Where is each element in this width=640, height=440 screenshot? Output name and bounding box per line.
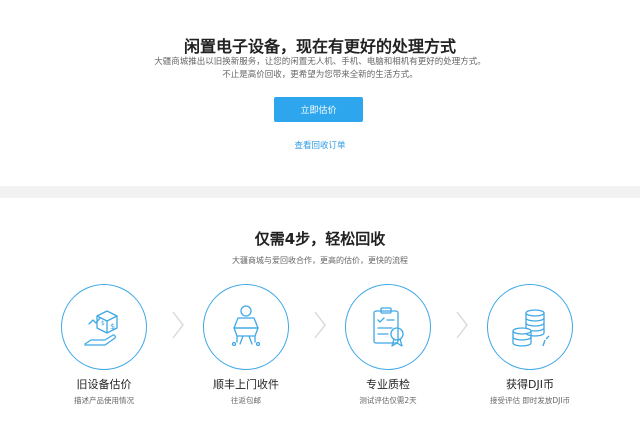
quality-inspection-icon — [373, 307, 404, 347]
courier-pickup-icon — [231, 305, 261, 347]
step-circle — [345, 284, 431, 370]
chevron-right-icon — [314, 311, 326, 339]
svg-text:$: $ — [101, 320, 105, 327]
step-description: 往返包邮 — [231, 396, 261, 405]
step-circle: $ $ — [61, 284, 147, 370]
svg-text:$: $ — [110, 322, 115, 331]
step-title: 获得DJI币 — [506, 378, 554, 391]
hero-card: 闲置电子设备，现在有更好的处理方式 大疆商城推出以旧换新服务，让您的闲置无人机、… — [0, 0, 640, 186]
steps-subtitle: 大疆商城与爱回收合作，更高的估价，更快的流程 — [232, 256, 408, 265]
device-valuation-icon: $ $ — [84, 310, 118, 346]
step-title: 专业质检 — [366, 378, 410, 391]
hero-description-line-1: 大疆商城推出以旧换新服务，让您的闲置无人机、手机、电脑和相机有更好的处理方式。 — [154, 57, 486, 67]
hero-description: 大疆商城推出以旧换新服务，让您的闲置无人机、手机、电脑和相机有更好的处理方式。 … — [0, 56, 640, 82]
estimate-now-button[interactable]: 立即估价 — [274, 97, 363, 122]
step-circle — [487, 284, 573, 370]
step-courier-pickup — [200, 284, 292, 370]
view-recycle-orders-link[interactable]: 查看回收订单 — [0, 139, 640, 151]
step-dji-coins — [484, 284, 576, 370]
step-description: 测试评估仅需2天 — [359, 396, 417, 405]
step-circle — [203, 284, 289, 370]
dji-coins-icon — [512, 309, 550, 347]
step-title: 旧设备估价 — [76, 378, 132, 391]
step-device-valuation: $ $ — [58, 284, 150, 370]
hero-description-line-2: 不止是高价回收，更希望为您带来全新的生活方式。 — [222, 70, 418, 80]
steps-title: 仅需4步，轻松回收 — [254, 230, 386, 248]
step-quality-inspection — [342, 284, 434, 370]
hero-title: 闲置电子设备，现在有更好的处理方式 — [183, 37, 456, 56]
step-description: 接受评估 即时发放DJI币 — [489, 396, 571, 405]
step-title: 顺丰上门收件 — [213, 378, 279, 391]
step-description: 描述产品使用情况 — [74, 396, 134, 405]
chevron-right-icon — [172, 311, 184, 339]
chevron-right-icon — [456, 311, 468, 339]
